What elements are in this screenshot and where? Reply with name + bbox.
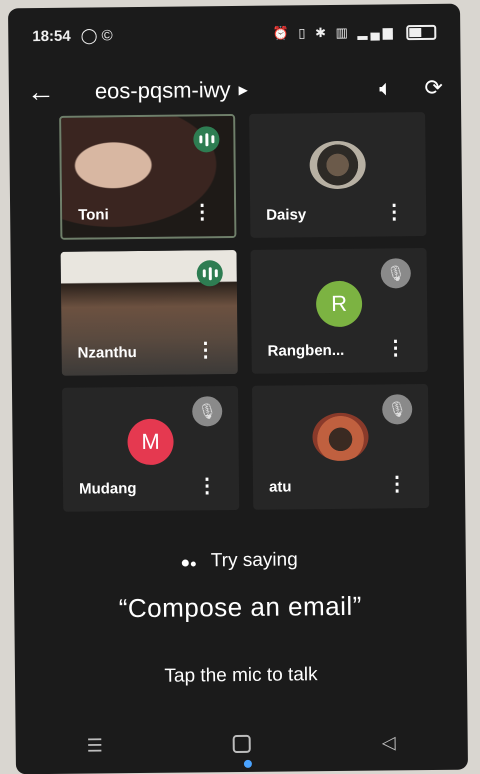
avatar [309,140,366,190]
participant-tile[interactable]: Toni ⋮ [59,114,237,240]
more-vert-icon[interactable]: ⋮ [384,199,404,224]
audio-level-icon [193,126,220,153]
notification-icons: ◯ © [80,27,113,45]
more-vert-icon[interactable]: ⋮ [192,199,212,224]
system-nav-bar: ☰ ◁ [15,714,468,774]
speaker-icon[interactable]: 🔈︎ [379,75,392,101]
more-vert-icon[interactable]: ⋮ [385,335,405,360]
assistant-prompt: Try saying “Compose an email” Tap the mi… [13,524,467,690]
avatar-initial: M [141,428,160,454]
participant-tile[interactable]: 🎙︎ M Mudang ⋮ [61,386,240,512]
recents-icon[interactable]: ☰ [75,735,115,756]
mic-off-icon: 🎙︎ [380,258,411,289]
participant-name: Toni [78,206,109,224]
more-vert-icon[interactable]: ⋮ [195,337,215,362]
mic-off-icon: 🎙︎ [382,394,413,425]
avatar-initial: R [331,290,348,316]
avatar [312,412,369,462]
status-time: 18:54 [32,27,71,45]
participant-tile[interactable]: 🎙︎ R Rangben... ⋮ [250,248,428,374]
participant-tile[interactable]: Daisy ⋮ [249,112,427,238]
participant-name: Mudang [78,480,137,498]
try-saying-row: Try saying [14,548,466,575]
try-saying-label: Try saying [210,549,298,572]
status-bar: 18:54 ◯ © ⏰ ▯ ✱ ▥ ▂▄▆ [8,4,461,65]
participant-name: Daisy [266,206,307,224]
caret-right-icon[interactable]: ▶ [238,83,247,97]
meeting-code[interactable]: eos-pqsm-iwy [95,77,231,104]
suggestion-text: “Compose an email” [118,590,362,624]
app-bar: ← eos-pqsm-iwy ▶ 🔈︎ ⟳ [9,66,461,115]
home-icon[interactable] [232,734,251,754]
participant-name: Rangben... [267,341,345,360]
avatar: M [127,418,174,465]
phone-screen: 18:54 ◯ © ⏰ ▯ ✱ ▥ ▂▄▆ ← eos-pqsm-iwy ▶ 🔈… [8,3,468,774]
back-arrow-icon[interactable]: ← [27,76,67,108]
more-vert-icon[interactable]: ⋮ [197,473,217,498]
assistant-indicator [243,759,252,768]
participant-tile[interactable]: Nzanthu ⋮ [60,250,238,376]
back-icon[interactable]: ◁ [369,732,409,753]
participant-name: atu [268,478,292,496]
audio-level-icon [196,260,223,287]
participant-tile[interactable]: 🎙︎ atu ⋮ [251,384,430,510]
participant-name: Nzanthu [77,344,137,362]
assistant-dots-icon [181,550,198,572]
switch-camera-icon[interactable]: ⟳ [424,75,443,101]
more-vert-icon[interactable]: ⋮ [387,471,407,496]
mic-off-icon: 🎙︎ [192,396,223,427]
system-icons: ⏰ ▯ ✱ ▥ ▂▄▆ [272,24,437,42]
participant-grid: Toni ⋮ Daisy ⋮ Nzanthu ⋮ 🎙︎ R Rangben...… [59,112,443,512]
avatar: R [315,280,363,327]
battery-icon [406,24,437,41]
mic-hint: Tap the mic to talk [164,664,318,687]
